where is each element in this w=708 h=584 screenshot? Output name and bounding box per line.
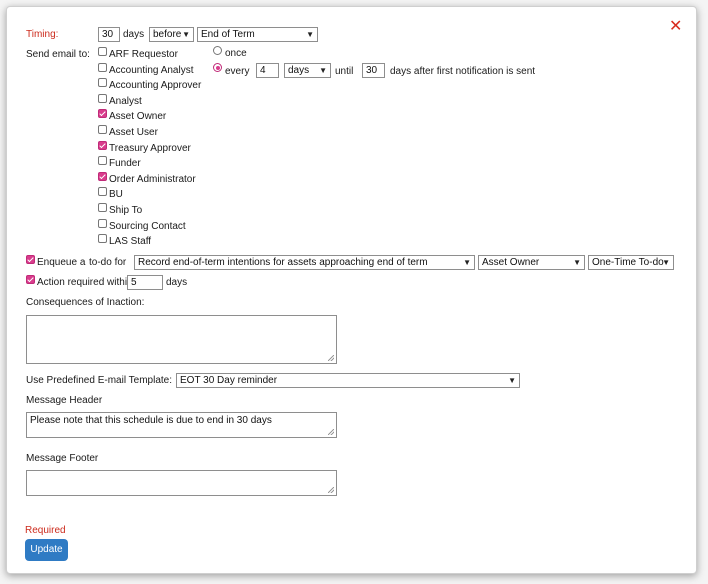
interval-input[interactable]: 4 bbox=[256, 63, 279, 78]
once-label: once bbox=[225, 48, 247, 59]
action-required-input[interactable]: 5 bbox=[127, 275, 163, 290]
enqueue-label-prefix: Enqueue a bbox=[37, 257, 86, 268]
template-value: EOT 30 Day reminder bbox=[180, 375, 278, 386]
resize-handle-icon[interactable] bbox=[328, 355, 334, 361]
recipient-label: BU bbox=[109, 189, 123, 200]
every-radio[interactable] bbox=[213, 63, 222, 72]
enqueue-label-suffix: to-do for bbox=[89, 257, 127, 268]
enqueue-checkbox[interactable] bbox=[26, 255, 35, 264]
recipient-label: Analyst bbox=[109, 96, 142, 107]
chevron-down-icon: ▼ bbox=[306, 30, 314, 39]
chevron-down-icon: ▼ bbox=[662, 258, 670, 267]
recipient-label: Asset Owner bbox=[109, 111, 167, 122]
todo-select[interactable]: Record end-of-term intentions for assets… bbox=[134, 255, 475, 270]
close-icon[interactable]: ✕ bbox=[669, 19, 682, 35]
recipient-label: LAS Staff bbox=[109, 236, 152, 247]
resize-handle-icon[interactable] bbox=[328, 487, 334, 493]
recipient-checkbox[interactable] bbox=[98, 109, 107, 118]
until-input[interactable]: 30 bbox=[362, 63, 385, 78]
every-label: every bbox=[225, 66, 250, 77]
recipient-checkbox[interactable] bbox=[98, 94, 107, 103]
message-footer-label: Message Footer bbox=[26, 453, 99, 464]
chevron-down-icon: ▼ bbox=[463, 258, 471, 267]
recipient-label: Order Administrator bbox=[109, 174, 196, 185]
message-header-label: Message Header bbox=[26, 395, 103, 406]
recipient-checkbox[interactable] bbox=[98, 187, 107, 196]
action-required-checkbox[interactable] bbox=[26, 275, 35, 284]
timing-days-label: days bbox=[123, 29, 145, 40]
recipient-label: Treasury Approver bbox=[109, 143, 191, 154]
resize-handle-icon[interactable] bbox=[328, 429, 334, 435]
recipient-checkbox[interactable] bbox=[98, 125, 107, 134]
todo-type-select[interactable]: One-Time To-do ▼ bbox=[588, 255, 674, 270]
todo-role-value: Asset Owner bbox=[482, 257, 540, 268]
timing-event-select[interactable]: End of Term ▼ bbox=[197, 27, 318, 42]
recipient-checkbox[interactable] bbox=[98, 219, 107, 228]
timing-event-value: End of Term bbox=[201, 29, 255, 40]
send-email-label: Send email to: bbox=[26, 49, 90, 60]
recipient-checkbox[interactable] bbox=[98, 141, 107, 150]
recipient-checkbox[interactable] bbox=[98, 47, 107, 56]
recipient-checkbox[interactable] bbox=[98, 234, 107, 243]
recipient-label: Accounting Analyst bbox=[109, 65, 194, 76]
template-label: Use Predefined E-mail Template: bbox=[26, 375, 172, 386]
message-footer-textarea[interactable] bbox=[26, 470, 337, 496]
update-button[interactable]: Update bbox=[25, 539, 68, 561]
recipient-label: Ship To bbox=[109, 205, 143, 216]
until-label: until bbox=[335, 66, 354, 77]
timing-relation-value: before bbox=[153, 29, 182, 40]
todo-type-value: One-Time To-do bbox=[592, 257, 664, 268]
chevron-down-icon: ▼ bbox=[508, 376, 516, 385]
action-required-label: Action required within bbox=[37, 277, 133, 288]
action-required-unit: days bbox=[166, 277, 188, 288]
recipient-checkbox[interactable] bbox=[98, 156, 107, 165]
required-label: Required bbox=[25, 525, 66, 536]
chevron-down-icon: ▼ bbox=[319, 66, 327, 75]
once-radio[interactable] bbox=[213, 46, 222, 55]
recipient-label: Sourcing Contact bbox=[109, 221, 186, 232]
recipient-checkbox[interactable] bbox=[98, 78, 107, 87]
recipient-checkbox[interactable] bbox=[98, 63, 107, 72]
recipient-checkbox[interactable] bbox=[98, 172, 107, 181]
todo-role-select[interactable]: Asset Owner ▼ bbox=[478, 255, 585, 270]
todo-value: Record end-of-term intentions for assets… bbox=[138, 257, 428, 268]
consequences-label: Consequences of Inaction: bbox=[26, 297, 145, 308]
timing-label: Timing: bbox=[26, 29, 59, 40]
recipient-label: Accounting Approver bbox=[109, 80, 202, 91]
message-header-textarea[interactable]: Please note that this schedule is due to… bbox=[26, 412, 337, 438]
recipient-checkbox[interactable] bbox=[98, 203, 107, 212]
timing-relation-select[interactable]: before ▼ bbox=[149, 27, 194, 42]
chevron-down-icon: ▼ bbox=[573, 258, 581, 267]
recipient-label: Asset User bbox=[109, 127, 158, 138]
recipient-label: ARF Requestor bbox=[109, 49, 178, 60]
interval-unit-value: days bbox=[288, 65, 310, 76]
consequences-textarea[interactable] bbox=[26, 315, 337, 364]
notification-rule-dialog: ✕ Timing: 30 days before ▼ End of Term ▼… bbox=[6, 6, 697, 574]
template-select[interactable]: EOT 30 Day reminder ▼ bbox=[176, 373, 520, 388]
interval-unit-select[interactable]: days ▼ bbox=[284, 63, 331, 78]
timing-days-input[interactable]: 30 bbox=[98, 27, 120, 42]
chevron-down-icon: ▼ bbox=[182, 30, 190, 39]
recipient-label: Funder bbox=[109, 158, 141, 169]
frequency-suffix-label: days after first notification is sent bbox=[390, 66, 536, 77]
